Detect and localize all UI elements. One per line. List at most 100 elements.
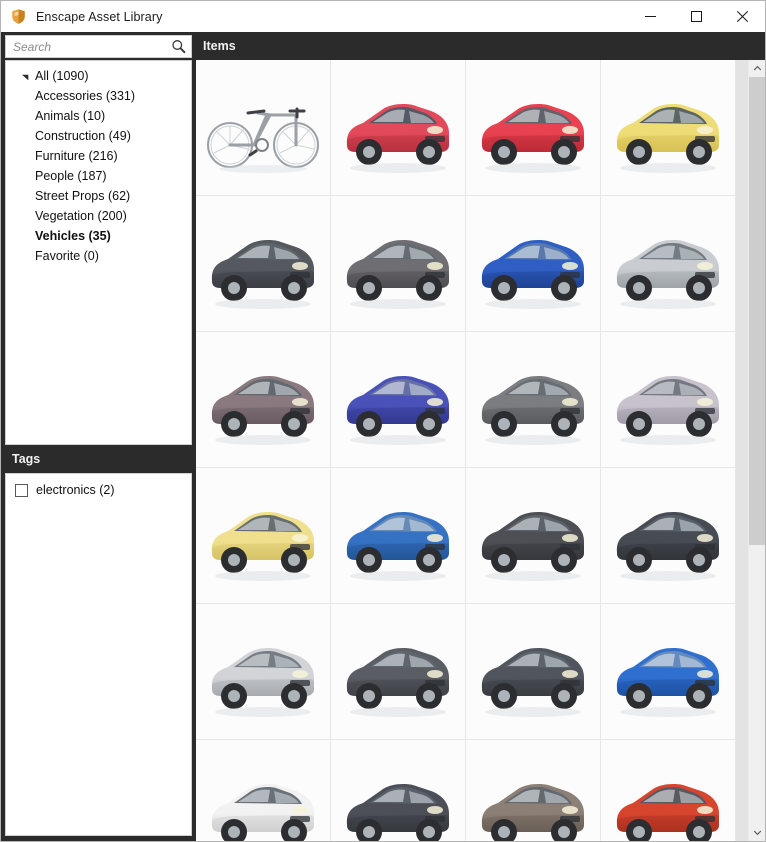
thumb-image (616, 511, 719, 581)
tree-node-vegetation[interactable]: Vegetation (200) (6, 206, 191, 226)
thumb-image (616, 239, 719, 309)
tree-node-vehicles[interactable]: Vehicles (35) (6, 226, 191, 246)
thumb-image (346, 239, 449, 309)
asset-item-cell[interactable] (466, 332, 601, 468)
asset-item-cell[interactable] (601, 196, 736, 332)
asset-item-cell[interactable] (466, 740, 601, 841)
thumb-image (616, 103, 719, 173)
items-pane: Items (196, 32, 765, 841)
asset-library-window: Enscape Asset Library Search All (1090) … (0, 0, 766, 842)
tags-panel[interactable]: electronics (2) (5, 473, 192, 836)
thumb-image (616, 783, 719, 841)
tree-node-label: Furniture (216) (35, 149, 118, 163)
thumb-image (346, 783, 449, 841)
tree-node-street-props[interactable]: Street Props (62) (6, 186, 191, 206)
asset-item-cell[interactable] (331, 332, 466, 468)
tag-checkbox[interactable] (15, 483, 28, 497)
asset-item-cell[interactable] (196, 468, 331, 604)
chevron-down-icon[interactable] (17, 72, 34, 81)
asset-item-cell[interactable] (196, 604, 331, 740)
asset-item-cell[interactable] (601, 468, 736, 604)
asset-item-cell[interactable] (466, 468, 601, 604)
close-button[interactable] (719, 1, 765, 32)
asset-item-cell[interactable] (466, 60, 601, 196)
thumb-image (346, 511, 449, 581)
items-grid (196, 60, 748, 841)
tree-node-label: Accessories (331) (35, 89, 136, 103)
window-title: Enscape Asset Library (36, 9, 163, 24)
thumb-image (481, 511, 584, 581)
tree-node-label: Favorite (0) (35, 249, 99, 263)
tree-node-label: All (1090) (35, 69, 89, 83)
tree-node-label: Construction (49) (35, 129, 131, 143)
tree-node-label: People (187) (35, 169, 107, 183)
window-controls (627, 1, 765, 32)
tree-node-animals[interactable]: Animals (10) (6, 106, 191, 126)
thumb-image (211, 647, 314, 717)
search-icon[interactable] (170, 38, 187, 55)
scroll-thumb[interactable] (749, 77, 765, 545)
thumb-image (207, 107, 319, 173)
tree-node-construction[interactable]: Construction (49) (6, 126, 191, 146)
scroll-track[interactable] (749, 77, 765, 824)
enscape-shield-logo-icon (10, 8, 27, 25)
asset-item-cell[interactable] (196, 196, 331, 332)
tree-node-accessories[interactable]: Accessories (331) (6, 86, 191, 106)
items-header: Items (196, 32, 765, 60)
tree-node-label: Animals (10) (35, 109, 106, 123)
search-box[interactable] (5, 35, 192, 58)
thumb-image (211, 511, 314, 581)
tag-label: electronics (2) (36, 483, 115, 497)
thumb-image (346, 647, 449, 717)
tree-node-all[interactable]: All (1090) (6, 66, 191, 86)
thumb-image (481, 103, 584, 173)
thumb-image (481, 647, 584, 717)
title-bar-left: Enscape Asset Library (1, 8, 162, 25)
items-grid-scroll-viewport (196, 60, 748, 841)
tags-header: Tags (1, 445, 196, 473)
asset-item-cell[interactable] (331, 604, 466, 740)
tree-node-label: Vegetation (200) (35, 209, 127, 223)
tree-node-people[interactable]: People (187) (6, 166, 191, 186)
asset-item-cell[interactable] (601, 740, 736, 841)
window-body: All (1090) Accessories (331) Animals (10… (1, 32, 765, 841)
asset-item-cell[interactable] (196, 740, 331, 841)
thumb-image (481, 783, 584, 841)
thumb-image (481, 375, 584, 445)
asset-item-cell[interactable] (466, 196, 601, 332)
thumb-image (481, 239, 584, 309)
tag-row-electronics[interactable]: electronics (2) (6, 480, 191, 500)
minimize-button[interactable] (627, 1, 673, 32)
items-header-label: Items (203, 39, 236, 53)
thumb-image (211, 239, 314, 309)
tree-node-label: Street Props (62) (35, 189, 131, 203)
items-vertical-scrollbar[interactable] (748, 60, 765, 841)
title-bar: Enscape Asset Library (1, 1, 765, 32)
asset-item-cell[interactable] (601, 604, 736, 740)
scroll-up-button[interactable] (749, 60, 765, 77)
items-area (196, 60, 765, 841)
thumb-image (346, 103, 449, 173)
asset-item-cell[interactable] (601, 332, 736, 468)
thumb-image (616, 375, 719, 445)
maximize-button[interactable] (673, 1, 719, 32)
thumb-image (211, 783, 314, 841)
asset-item-cell[interactable] (331, 740, 466, 841)
asset-item-cell[interactable] (196, 60, 331, 196)
thumb-image (346, 375, 449, 445)
left-sidebar: All (1090) Accessories (331) Animals (10… (1, 32, 196, 841)
search-input[interactable] (13, 36, 170, 57)
search-row (1, 32, 196, 60)
tree-node-label: Vehicles (35) (35, 229, 111, 243)
asset-item-cell[interactable] (601, 60, 736, 196)
scroll-down-button[interactable] (749, 824, 765, 841)
tree-node-favorite[interactable]: Favorite (0) (6, 246, 191, 266)
asset-item-cell[interactable] (331, 196, 466, 332)
asset-item-cell[interactable] (331, 468, 466, 604)
asset-item-cell[interactable] (331, 60, 466, 196)
asset-item-cell[interactable] (196, 332, 331, 468)
category-tree-panel[interactable]: All (1090) Accessories (331) Animals (10… (5, 60, 192, 445)
tags-header-label: Tags (12, 452, 41, 466)
asset-item-cell[interactable] (466, 604, 601, 740)
tree-node-furniture[interactable]: Furniture (216) (6, 146, 191, 166)
